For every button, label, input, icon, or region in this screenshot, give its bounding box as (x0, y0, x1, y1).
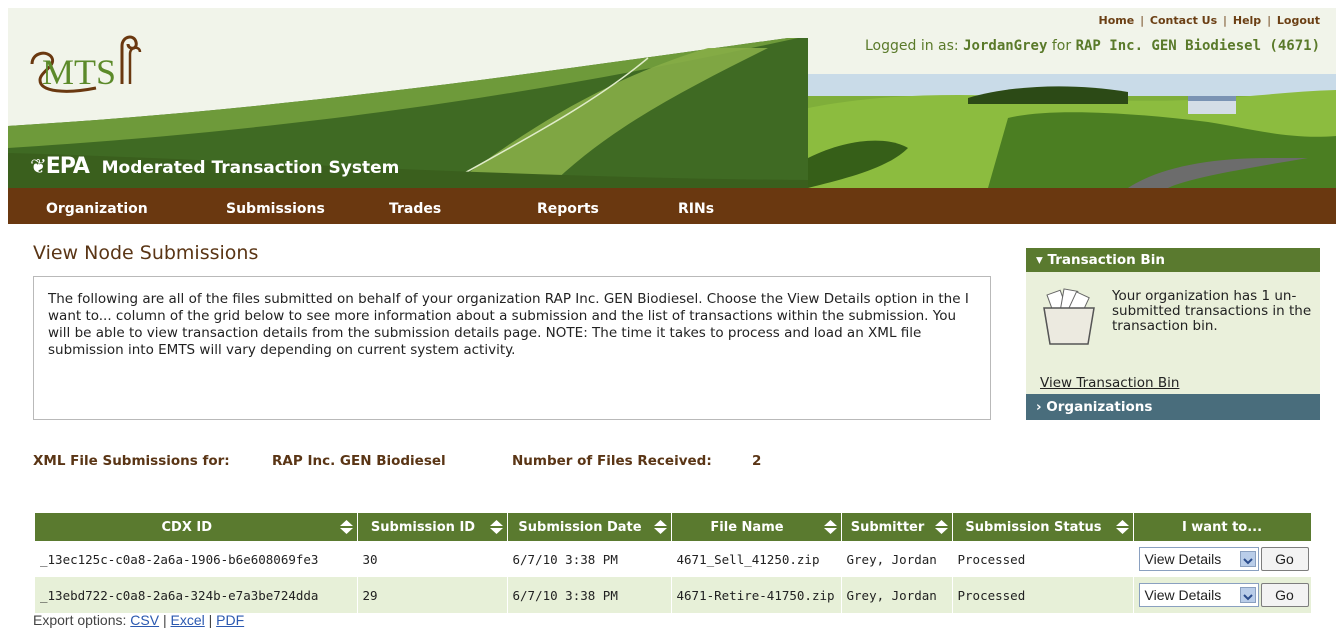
nav-rins[interactable]: RINs (678, 188, 714, 224)
cell-submitter: Grey, Jordan (841, 541, 953, 577)
svg-text:MTS: MTS (42, 52, 116, 92)
transaction-bin-header[interactable]: ▾ Transaction Bin (1026, 248, 1320, 272)
grid-header-row: CDX ID Submission ID Submission Date Fil… (35, 513, 1312, 541)
sort-icon[interactable] (823, 520, 837, 538)
chevron-down-icon[interactable] (1239, 551, 1256, 567)
table-row: _13ec125c-c0a8-2a6a-1906-b6e608069fe3 30… (35, 541, 1312, 577)
login-for: for (1051, 38, 1072, 54)
chevron-down-icon[interactable] (1239, 587, 1256, 603)
cell-submission-id: 30 (357, 541, 508, 577)
col-submission-status[interactable]: Submission Status (952, 513, 1134, 541)
cell-status: Processed (952, 577, 1134, 613)
cell-submission-id: 29 (357, 577, 508, 613)
go-button[interactable]: Go (1260, 583, 1309, 607)
emts-logo-mark: MTS (30, 35, 142, 93)
system-title-text: Moderated Transaction System (101, 158, 400, 178)
cell-file-name: 4671-Retire-41750.zip (671, 577, 842, 613)
col-i-want-to: I want to... (1133, 513, 1312, 541)
nav-submissions[interactable]: Submissions (226, 188, 325, 224)
site-header: MTS Home | Contact Us | Help | Logout Logged i… (8, 8, 1336, 188)
files-received-count: 2 (752, 453, 762, 469)
login-status: Logged in as: JordanGrey for RAP Inc. GE… (865, 38, 1320, 54)
col-submission-id[interactable]: Submission ID (357, 513, 508, 541)
organizations-title: Organizations (1046, 399, 1153, 415)
cell-actions: View Details Go (1133, 541, 1312, 577)
login-user: JordanGrey (963, 38, 1048, 54)
sort-icon[interactable] (339, 520, 353, 538)
emts-logo[interactable]: MTS (26, 28, 146, 102)
nav-organization[interactable]: Organization (46, 188, 148, 224)
action-select[interactable]: View Details (1138, 583, 1259, 607)
page-title: View Node Submissions (33, 242, 259, 264)
transaction-bin-panel: Your organization has 1 un-submitted tra… (1026, 272, 1320, 394)
cell-status: Processed (952, 541, 1134, 577)
login-prefix: Logged in as: (865, 38, 959, 54)
cell-actions: View Details Go (1133, 577, 1312, 613)
logout-link[interactable]: Logout (1277, 14, 1320, 27)
sort-icon[interactable] (489, 520, 503, 538)
transaction-bin-title: Transaction Bin (1047, 252, 1165, 268)
sort-icon[interactable] (653, 520, 667, 538)
help-link[interactable]: Help (1233, 14, 1261, 27)
export-pdf-link[interactable]: PDF (216, 612, 244, 628)
export-csv-link[interactable]: CSV (130, 612, 159, 628)
col-cdx-id[interactable]: CDX ID (35, 513, 358, 541)
top-links: Home | Contact Us | Help | Logout (1098, 14, 1320, 27)
sort-icon[interactable] (934, 520, 948, 538)
cell-submitter: Grey, Jordan (841, 577, 953, 613)
export-excel-link[interactable]: Excel (171, 612, 205, 628)
col-submitter[interactable]: Submitter (841, 513, 953, 541)
caret-right-icon: › (1036, 399, 1042, 415)
organizations-header[interactable]: › Organizations (1026, 394, 1320, 420)
table-row: _13ebd722-c0a8-2a6a-324b-e7a3be724dda 29… (35, 577, 1312, 613)
system-title: ❦EPA Moderated Transaction System (30, 154, 399, 179)
info-box: The following are all of the files submi… (33, 276, 991, 420)
cell-submission-date: 6/7/10 3:38 PM (507, 577, 672, 613)
main-nav: Organization Submissions Trades Reports … (8, 188, 1336, 224)
home-link[interactable]: Home (1099, 14, 1135, 27)
export-options: Export options: CSV | Excel | PDF (33, 612, 245, 628)
col-file-name[interactable]: File Name (671, 513, 842, 541)
info-text: The following are all of the files submi… (48, 291, 969, 358)
submissions-for-label: XML File Submissions for: (33, 453, 230, 469)
view-transaction-bin-link[interactable]: View Transaction Bin (1040, 375, 1179, 391)
export-label: Export options: (33, 612, 127, 628)
login-org: RAP Inc. GEN Biodiesel (4671) (1075, 38, 1320, 54)
caret-down-icon: ▾ (1036, 252, 1043, 268)
files-received-label: Number of Files Received: (512, 453, 712, 469)
cell-file-name: 4671_Sell_41250.zip (671, 541, 842, 577)
epa-logo: ❦EPA (30, 154, 90, 179)
action-select[interactable]: View Details (1138, 547, 1259, 571)
nav-reports[interactable]: Reports (537, 188, 599, 224)
submissions-grid: CDX ID Submission ID Submission Date Fil… (35, 513, 1312, 613)
go-button[interactable]: Go (1260, 547, 1309, 571)
bin-icon (1043, 288, 1095, 345)
col-submission-date[interactable]: Submission Date (507, 513, 672, 541)
bin-message: Your organization has 1 un-submitted tra… (1112, 288, 1312, 334)
sort-icon[interactable] (1115, 520, 1129, 538)
cell-submission-date: 6/7/10 3:38 PM (507, 541, 672, 577)
nav-trades[interactable]: Trades (389, 188, 441, 224)
contact-us-link[interactable]: Contact Us (1150, 14, 1217, 27)
cell-cdx-id: _13ec125c-c0a8-2a6a-1906-b6e608069fe3 (35, 541, 358, 577)
submissions-org: RAP Inc. GEN Biodiesel (272, 453, 446, 469)
cell-cdx-id: _13ebd722-c0a8-2a6a-324b-e7a3be724dda (35, 577, 358, 613)
epa-flower-icon: ❦ (30, 154, 47, 178)
